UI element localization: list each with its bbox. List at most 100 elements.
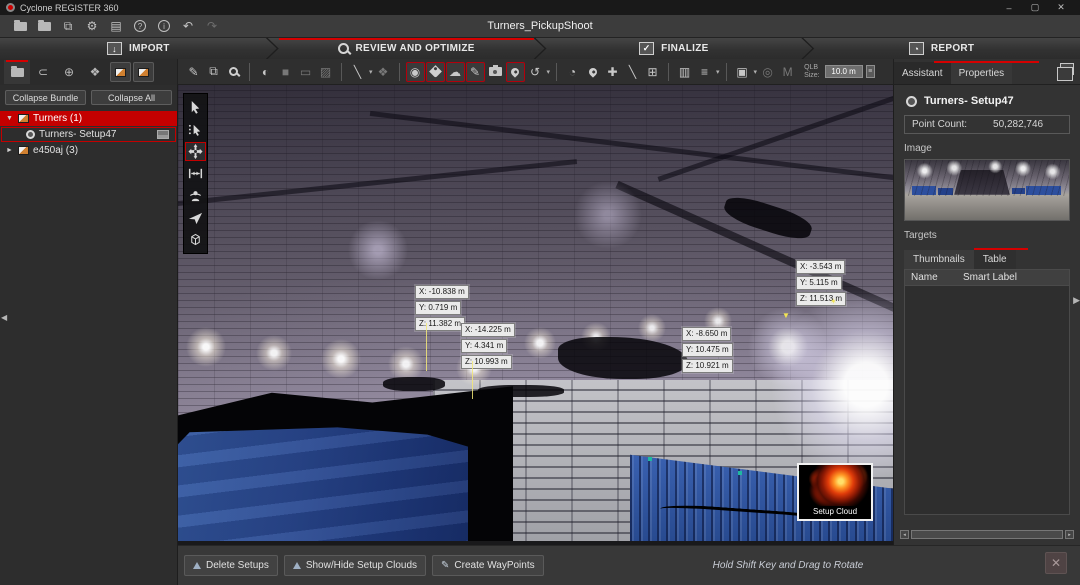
- cube-view-tool[interactable]: [185, 230, 206, 249]
- right-panel-collapse-handle[interactable]: ▶: [1073, 295, 1080, 306]
- qlb-slider-grip[interactable]: ≡: [866, 65, 875, 78]
- save-project-icon[interactable]: [32, 18, 56, 34]
- select-tool[interactable]: [185, 98, 206, 117]
- orbit-tool-icon[interactable]: ↺: [526, 62, 545, 82]
- image-mode-icon[interactable]: ▨: [316, 62, 335, 82]
- limit-box-icon[interactable]: ◔: [563, 62, 582, 82]
- panel-close-button[interactable]: ✕: [1045, 552, 1067, 574]
- layout-panels-icon[interactable]: [1060, 63, 1074, 75]
- collapse-bundle-button[interactable]: Collapse Bundle: [5, 90, 86, 105]
- tree-expand-icon[interactable]: ▼: [6, 115, 14, 122]
- info-icon[interactable]: i: [152, 18, 176, 34]
- cloud-merge-icon[interactable]: M: [778, 62, 797, 82]
- left-panel-tabs: ⊂ ⊕ ❖: [0, 59, 178, 85]
- measurement-label-2[interactable]: X: -14.225 m Y: 4.341 m Z: 10.993 m: [461, 323, 515, 369]
- scrollbar-thumb[interactable]: [911, 530, 1063, 539]
- bundle-icon: [18, 146, 29, 155]
- setup-image-icon[interactable]: [157, 130, 169, 139]
- tree-collapse-icon[interactable]: ►: [6, 147, 14, 154]
- setup-panorama-thumbnail[interactable]: [904, 159, 1070, 221]
- image-pair-icon[interactable]: ▥: [675, 62, 694, 82]
- point-count-label: Point Count:: [912, 119, 967, 130]
- measurement-label-3[interactable]: X: -3.543 m Y: 5.115 m Z: 11.513 m: [796, 260, 846, 306]
- targets-horizontal-scrollbar[interactable]: ◂ ▸: [900, 529, 1074, 540]
- multi-select-icon[interactable]: ❖: [374, 62, 393, 82]
- measure-tool-icon[interactable]: ╲: [348, 62, 367, 82]
- panorama-mode-icon[interactable]: ▭: [296, 62, 315, 82]
- settings-gear-icon[interactable]: ⚙: [80, 18, 104, 34]
- multi-select-tool[interactable]: [185, 120, 206, 139]
- fit-view-tool[interactable]: [185, 164, 206, 183]
- stage-import[interactable]: ↓ IMPORT: [0, 38, 277, 59]
- show-hide-setup-clouds-button[interactable]: Show/Hide Setup Clouds: [284, 555, 426, 576]
- targets-tabs: Thumbnails Table: [904, 250, 1070, 269]
- qlb-line1: QLB: [804, 64, 820, 72]
- tab-properties[interactable]: Properties: [951, 62, 1013, 84]
- snapshot-camera-icon[interactable]: [486, 62, 505, 82]
- stage-finalize[interactable]: ✓ FINALIZE: [536, 38, 813, 59]
- colorize-mode-icon[interactable]: ◐: [256, 62, 275, 82]
- create-waypoints-button[interactable]: ✎ Create WayPoints: [432, 555, 544, 576]
- tree-item-bundle-turners[interactable]: ▼ Turners (1): [0, 111, 177, 126]
- collapse-all-button[interactable]: Collapse All: [91, 90, 172, 105]
- measure-dropdown-icon[interactable]: ▾: [369, 68, 373, 76]
- windows-layout-icon[interactable]: ⧉: [204, 62, 223, 82]
- tree-item-bundle-e450aj[interactable]: ► e450aj (3): [0, 143, 177, 158]
- redo-icon[interactable]: ↷: [200, 18, 224, 34]
- tree-item-setup47[interactable]: Turners- Setup47: [1, 127, 176, 142]
- view-cube-dropdown-icon[interactable]: ▾: [754, 68, 758, 76]
- delete-setups-button[interactable]: Delete Setups: [184, 555, 278, 576]
- meas-y: Y: 4.341 m: [461, 339, 507, 353]
- scroll-left-button[interactable]: ◂: [900, 530, 909, 539]
- add-annotation-icon[interactable]: ✎: [466, 62, 485, 82]
- pan-tool[interactable]: [185, 142, 206, 161]
- setup-cloud-inset[interactable]: Setup Cloud: [797, 463, 873, 521]
- add-target-icon[interactable]: ◉: [406, 62, 425, 82]
- help-icon[interactable]: ?: [128, 18, 152, 34]
- maximize-button[interactable]: ▢: [1022, 0, 1048, 15]
- orbit-dropdown-icon[interactable]: ▾: [547, 68, 551, 76]
- tab-links[interactable]: ⊂: [30, 60, 56, 84]
- view-cube-icon[interactable]: ▣: [733, 62, 752, 82]
- erase-tool-icon[interactable]: ✎: [184, 62, 203, 82]
- report-icon[interactable]: ▤: [104, 18, 128, 34]
- measurement-label-4[interactable]: X: -8.650 m Y: 10.475 m Z: 10.921 m: [682, 327, 733, 373]
- fit-box-icon[interactable]: ⊞: [643, 62, 662, 82]
- undo-icon[interactable]: ↶: [176, 18, 200, 34]
- tab-assistant[interactable]: Assistant: [894, 62, 951, 84]
- panoramic-view-tool[interactable]: [185, 186, 206, 205]
- solid-mode-icon[interactable]: ■: [276, 62, 295, 82]
- left-panel-collapse-handle[interactable]: ◀: [1, 313, 7, 322]
- bundle-view-toggle-2[interactable]: [133, 62, 154, 82]
- add-cloud-icon[interactable]: ☁: [446, 62, 465, 82]
- bundle-view-toggle-1[interactable]: [110, 62, 131, 82]
- close-button[interactable]: ✕: [1048, 0, 1074, 15]
- tab-thumbnails[interactable]: Thumbnails: [904, 250, 974, 269]
- list-view-icon[interactable]: ≡: [695, 62, 714, 82]
- point-cloud-viewport[interactable]: X: -10.838 m Y: 0.719 m Z: 11.382 m X: -…: [178, 85, 893, 545]
- add-waypoint-pin-icon[interactable]: [506, 62, 525, 82]
- point-count-row: Point Count: 50,282,746: [904, 115, 1070, 134]
- edit-pin-icon[interactable]: [583, 62, 602, 82]
- tab-sites[interactable]: ⊕: [56, 60, 82, 84]
- add-tag-icon[interactable]: [426, 62, 445, 82]
- export-icon[interactable]: ⧉: [56, 18, 80, 34]
- minimize-button[interactable]: –: [996, 0, 1022, 15]
- properties-panel: Turners- Setup47 Point Count: 50,282,746…: [893, 85, 1080, 545]
- application-window: Cyclone REGISTER 360 – ▢ ✕ ⧉ ⚙ ▤ ? i ↶ ↷…: [0, 0, 1080, 585]
- cloud-lock-icon[interactable]: ◎: [758, 62, 777, 82]
- zoom-region-icon[interactable]: [224, 62, 243, 82]
- draw-line-icon[interactable]: ╲: [623, 62, 642, 82]
- targets-table[interactable]: Name Smart Label: [904, 269, 1070, 515]
- tab-project-explorer[interactable]: [4, 60, 30, 84]
- scroll-right-button[interactable]: ▸: [1065, 530, 1074, 539]
- fly-tool[interactable]: [185, 208, 206, 227]
- list-dropdown-icon[interactable]: ▾: [716, 68, 720, 76]
- open-project-icon[interactable]: [8, 18, 32, 34]
- stage-report[interactable]: ◔ REPORT: [803, 38, 1080, 59]
- tab-models[interactable]: ❖: [82, 60, 108, 84]
- stage-review-and-optimize[interactable]: REVIEW AND OPTIMIZE: [268, 38, 545, 59]
- move-axes-icon[interactable]: ✚: [603, 62, 622, 82]
- tab-table[interactable]: Table: [974, 250, 1016, 269]
- qlb-size-slider[interactable]: 10.0 m: [825, 65, 863, 78]
